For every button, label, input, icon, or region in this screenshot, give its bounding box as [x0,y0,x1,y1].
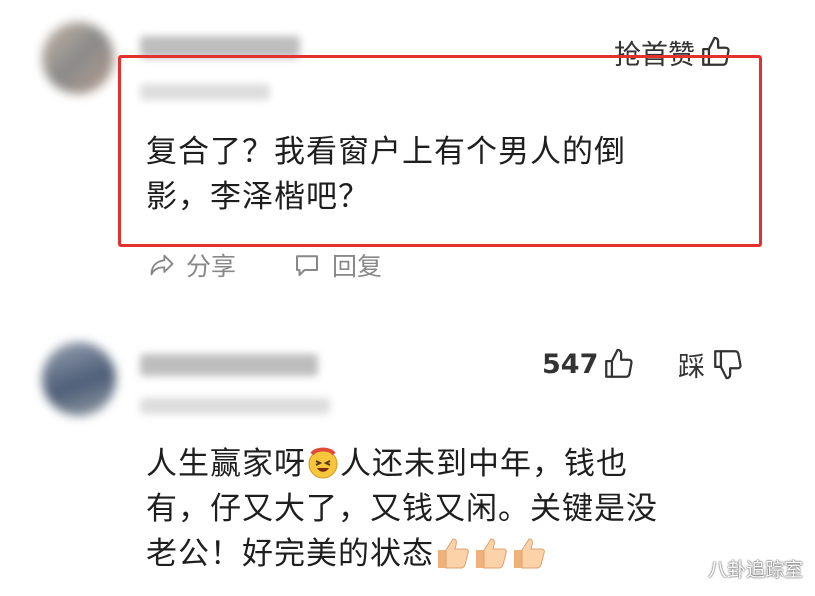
thumbs-down-icon [714,350,742,380]
share-button[interactable]: 分享 [146,248,236,282]
reply-label: 回复 [332,252,383,281]
comment-line: 有，仔又大了，又钱又闲。关键是没 [146,491,658,527]
comment-line: 老公！好完美的状态 [146,532,746,577]
laughing-face-emoji-icon [308,447,338,479]
avatar[interactable] [42,22,114,94]
dislike-label: 踩 [678,351,705,383]
comment-meta-blurred [140,398,330,414]
username-blurred[interactable] [140,354,318,376]
thumbs-up-icon [605,348,634,378]
comment-segment: 人生赢家呀 [146,446,306,482]
reply-button[interactable]: 回复 [290,248,382,282]
comment-line: 人生赢家呀 人还未到中年，钱也 [146,442,746,487]
comment-text: 人生赢家呀 人还未到中年，钱也 有，仔又大了，又钱又闲。关键是没 老公！好完美的… [146,442,746,577]
comment-line: 影，李泽楷吧？ [146,179,370,215]
comment-text: 复合了？我看窗户上有个男人的倒 影，李泽楷吧？ [146,130,746,220]
thumbs-up-emoji-icon [476,538,507,569]
comment-line: 复合了？我看窗户上有个男人的倒 [146,134,626,170]
like-count: 547 [542,348,599,380]
comment-segment: 老公！好完美的状态 [146,536,434,572]
comment-bubble-icon [296,255,318,276]
thumbs-up-emoji-icon [438,538,469,569]
avatar[interactable] [42,342,116,416]
share-icon [150,254,174,276]
like-button[interactable]: 547 [542,344,636,384]
watermark: 八卦追踪室 [707,559,803,581]
dislike-button[interactable]: 踩 [678,344,745,384]
thumbs-up-emoji-icon [514,538,545,569]
comment-segment: 人还未到中年，钱也 [340,446,628,482]
share-label: 分享 [186,252,237,281]
